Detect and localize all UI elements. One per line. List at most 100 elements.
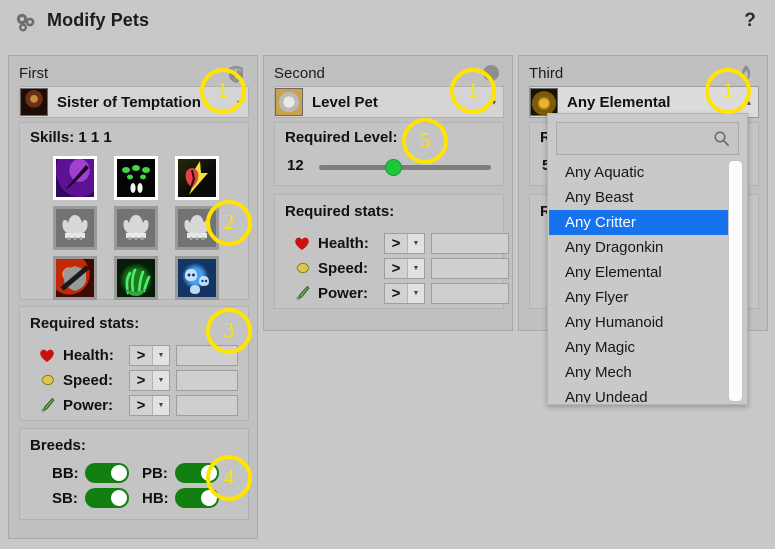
breed-label-bb: BB: <box>52 465 79 482</box>
toggle-knob <box>111 465 127 481</box>
annotation-5-required-level: 5 <box>402 118 448 164</box>
first-stat-label-health: Health: <box>63 346 114 364</box>
second-stat-row-power: Power: > ▼ <box>293 282 509 304</box>
required-level-slider[interactable] <box>319 159 491 176</box>
second-value-speed[interactable] <box>431 257 509 279</box>
second-operator-health[interactable]: > ▼ <box>384 232 425 254</box>
level-pet-icon <box>275 88 303 116</box>
skill-icon-7[interactable] <box>53 256 97 300</box>
list-item[interactable]: Any Aquatic <box>549 160 729 185</box>
first-required-stats-title: Required stats: <box>30 315 140 332</box>
second-operator-speed[interactable]: > ▼ <box>384 257 425 279</box>
annotation-4-breeds: 4 <box>206 455 252 501</box>
list-item-selected[interactable]: Any Critter <box>549 210 729 235</box>
dropdown-item-list[interactable]: Any Aquatic Any Beast Any Critter Any Dr… <box>549 160 729 403</box>
list-item[interactable]: Any Elemental <box>549 260 729 285</box>
skill-icon-2[interactable] <box>114 156 158 200</box>
second-stat-label-health: Health: <box>318 234 369 252</box>
first-operator-power-value: > <box>136 396 146 414</box>
chevron-down-icon: ▼ <box>407 283 424 303</box>
speed-icon <box>293 259 311 277</box>
pet-portrait-icon <box>20 88 48 116</box>
third-pet-dropdown: Any Aquatic Any Beast Any Critter Any Dr… <box>547 113 748 405</box>
skill-icon-9[interactable] <box>175 256 219 300</box>
list-item[interactable]: Any Mech <box>549 360 729 385</box>
second-operator-speed-value: > <box>391 259 401 277</box>
second-operator-power-value: > <box>391 284 401 302</box>
first-value-power[interactable] <box>176 394 238 416</box>
first-operator-speed-value: > <box>136 371 146 389</box>
first-operator-speed[interactable]: > ▼ <box>129 369 170 391</box>
skill-icon-3[interactable] <box>175 156 219 200</box>
chevron-down-icon: ▼ <box>152 395 169 415</box>
annotation-1-first: 1 <box>200 68 246 114</box>
breed-label-sb: SB: <box>52 490 78 507</box>
chevron-down-icon: ▼ <box>407 258 424 278</box>
chevron-down-icon: ▼ <box>407 233 424 253</box>
heart-icon <box>293 234 311 252</box>
first-stat-row-health: Health: > ▼ <box>38 344 238 366</box>
first-value-speed[interactable] <box>176 369 238 391</box>
modify-pets-window: Modify Pets ? First Sister of Temptation… <box>0 0 775 549</box>
list-item[interactable]: Any Humanoid <box>549 310 729 335</box>
annotation-2-skills: 2 <box>206 200 252 246</box>
list-item[interactable]: Any Flyer <box>549 285 729 310</box>
skill-icon-4[interactable] <box>53 206 97 250</box>
second-stat-row-health: Health: > ▼ <box>293 232 509 254</box>
skill-icon-1[interactable] <box>53 156 97 200</box>
required-level-value: 12 <box>287 157 304 174</box>
list-item[interactable]: Any Beast <box>549 185 729 210</box>
list-item[interactable]: Any Dragonkin <box>549 235 729 260</box>
skill-icon-5[interactable] <box>114 206 158 250</box>
skill-icon-8[interactable] <box>114 256 158 300</box>
second-stat-row-speed: Speed: > ▼ <box>293 257 509 279</box>
second-stat-label-speed: Speed: <box>318 259 369 277</box>
sword-icon <box>293 284 311 302</box>
speed-icon <box>38 371 56 389</box>
skills-title: Skills: 1 1 1 <box>30 129 112 146</box>
title-bar: Modify Pets ? <box>0 0 775 44</box>
dropdown-scrollbar[interactable] <box>728 160 743 402</box>
slider-knob[interactable] <box>385 159 402 176</box>
breed-label-pb: PB: <box>142 465 168 482</box>
dropdown-search-box[interactable] <box>556 122 739 155</box>
toggle-knob <box>111 490 127 506</box>
second-value-power[interactable] <box>431 282 509 304</box>
breed-toggle-sb[interactable] <box>85 488 129 508</box>
gears-icon <box>14 12 38 34</box>
dropdown-search-input[interactable] <box>557 123 707 154</box>
breed-label-hb: HB: <box>142 490 169 507</box>
help-button[interactable]: ? <box>739 9 761 33</box>
second-value-health[interactable] <box>431 232 509 254</box>
panel-first-label: First <box>19 65 49 82</box>
chevron-down-icon: ▼ <box>152 345 169 365</box>
list-item[interactable]: Any Undead <box>549 385 729 403</box>
panel-third-label: Third <box>529 65 564 82</box>
elemental-flame-icon <box>530 88 558 116</box>
list-item[interactable]: Any Magic <box>549 335 729 360</box>
first-operator-power[interactable]: > ▼ <box>129 394 170 416</box>
page-title: Modify Pets <box>47 10 150 30</box>
dropdown-scrollbar-thumb[interactable] <box>728 160 743 402</box>
first-stat-row-power: Power: > ▼ <box>38 394 238 416</box>
annotation-1-second: 1 <box>450 68 496 114</box>
second-required-stats-title: Required stats: <box>285 203 395 220</box>
breeds-title: Breeds: <box>30 437 86 454</box>
first-stat-label-power: Power: <box>63 396 114 414</box>
first-stat-row-speed: Speed: > ▼ <box>38 369 238 391</box>
required-level-title: Required Level: <box>285 129 398 146</box>
sword-icon <box>38 396 56 414</box>
second-operator-power[interactable]: > ▼ <box>384 282 425 304</box>
second-operator-health-value: > <box>391 234 401 252</box>
breed-toggle-bb[interactable] <box>85 463 129 483</box>
second-stat-label-power: Power: <box>318 284 369 302</box>
first-operator-health[interactable]: > ▼ <box>129 344 170 366</box>
magnifier-icon <box>713 130 730 152</box>
first-stat-label-speed: Speed: <box>63 371 114 389</box>
second-required-stats: Required stats: Health: > ▼ Speed: > ▼ P… <box>274 194 509 309</box>
chevron-down-icon: ▼ <box>152 370 169 390</box>
panel-second-label: Second <box>274 65 325 82</box>
annotation-1-third: 1 <box>705 68 751 114</box>
required-level-group: Required Level: 12 <box>274 122 504 186</box>
heart-icon <box>38 346 56 364</box>
